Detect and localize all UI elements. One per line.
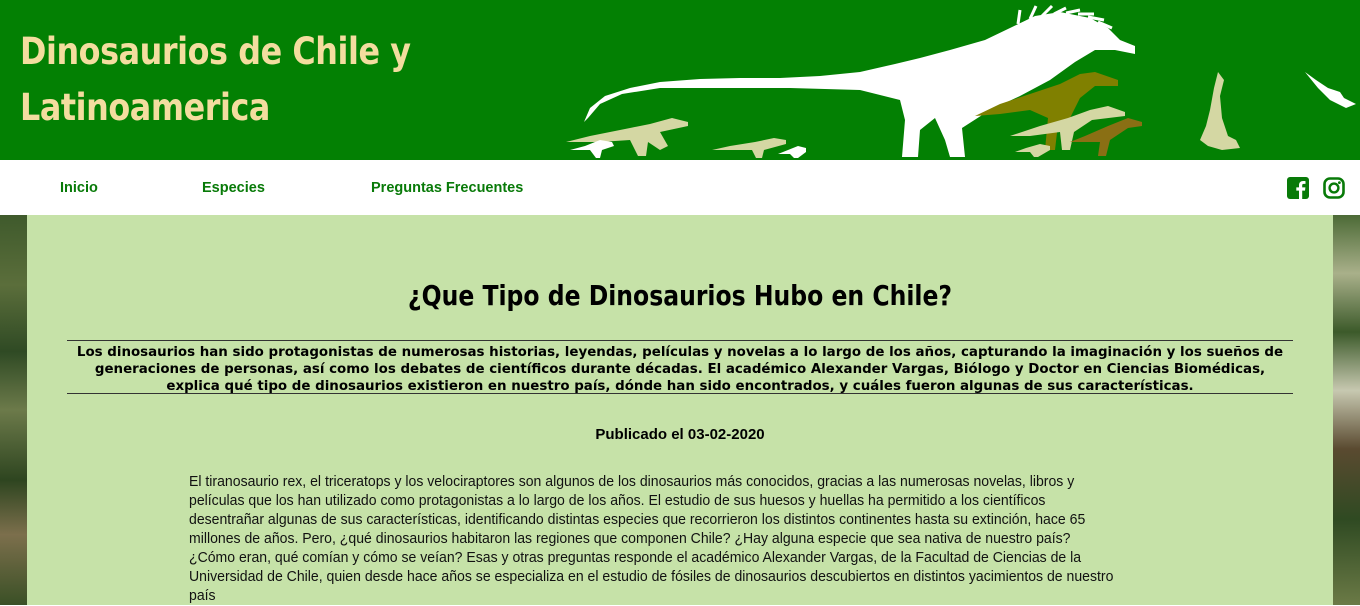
article-title: ¿Que Tipo de Dinosaurios Hubo en Chile? — [407, 279, 953, 312]
site-header: Dinosaurios de Chile y Latinoamerica — [0, 0, 1360, 160]
site-title-line1: Dinosaurios de Chile y — [20, 30, 411, 73]
article-lead-box: Los dinosaurios han sido protagonistas d… — [67, 340, 1293, 394]
article-container: ¿Que Tipo de Dinosaurios Hubo en Chile? … — [27, 215, 1333, 605]
dinosaur-silhouettes-banner — [566, 4, 1356, 158]
article-lead: Los dinosaurios han sido protagonistas d… — [76, 345, 1284, 394]
instagram-icon[interactable] — [1323, 177, 1345, 199]
forest-background-left — [0, 215, 27, 605]
nav-link-preguntas-frecuentes[interactable]: Preguntas Frecuentes — [371, 180, 523, 196]
nav-link-especies[interactable]: Especies — [202, 180, 265, 196]
nav-link-inicio[interactable]: Inicio — [60, 180, 98, 196]
facebook-icon[interactable] — [1287, 177, 1309, 199]
main-nav: Inicio Especies Preguntas Frecuentes — [0, 160, 1360, 215]
article-body: El tiranosaurio rex, el triceratops y lo… — [189, 474, 1114, 604]
forest-background-right — [1333, 215, 1360, 605]
publication-date: Publicado el 03-02-2020 — [595, 426, 765, 443]
site-title-line2: Latinoamerica — [20, 86, 270, 129]
site-title[interactable]: Dinosaurios de Chile y Latinoamerica — [20, 24, 411, 136]
